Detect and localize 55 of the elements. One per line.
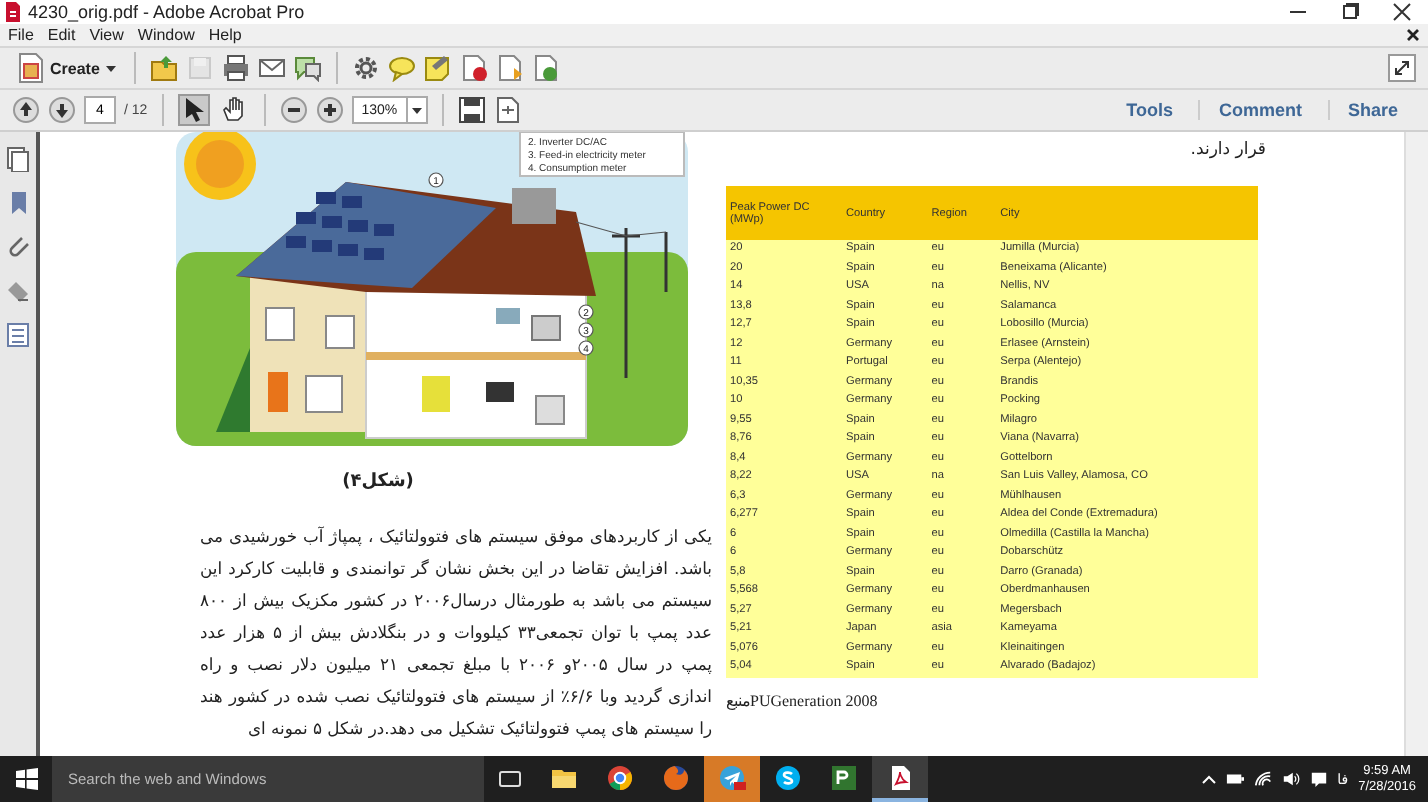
document-icon [16,52,44,84]
sun-drawing [184,132,256,200]
pdf-app-icon [886,763,914,791]
panel-link[interactable]: Comment [1198,100,1320,120]
zoom-in-icon[interactable] [315,96,344,124]
menu-item[interactable]: Edit [47,26,76,44]
hand-icon[interactable] [219,96,248,124]
note-pencil-icon[interactable] [423,54,452,82]
document-badge-icon[interactable] [459,54,488,82]
zoom-out-icon[interactable] [279,96,308,124]
spreadsheet-app-icon [830,763,858,791]
panel-link[interactable]: Tools [1108,100,1191,120]
notification-icon[interactable] [1309,770,1328,788]
document-arrow-icon[interactable] [495,54,524,82]
chevron-up-icon[interactable] [1201,774,1216,784]
menu-item[interactable]: Window [137,26,195,44]
browser-icon [606,763,634,791]
folder-icon[interactable] [149,54,178,82]
windows-logo-icon[interactable] [15,768,37,790]
source-note: منبعPUGeneration 2008 [726,691,880,709]
taskbar-app-button[interactable] [872,756,928,802]
menu-item[interactable]: View [89,26,124,44]
speech-bubbles-icon[interactable] [293,54,322,82]
layers-icon[interactable] [6,322,30,348]
document-check-icon[interactable] [531,54,560,82]
pages-icon[interactable] [6,146,30,172]
window-title: 4230_orig.pdf - Adobe Acrobat Pro [28,2,307,22]
task-view-icon[interactable] [498,770,522,788]
expand-icon[interactable] [1388,54,1416,82]
chat-app-icon [774,763,802,791]
figure-caption: (شکل۴) [340,472,416,492]
printer-icon[interactable] [221,54,250,82]
close-icon[interactable] [1406,28,1420,42]
body-text: قرار دارند. [1188,140,1266,160]
fit-page-icon[interactable] [457,96,486,124]
paper-plane-icon [718,763,746,791]
panel-link[interactable]: Share [1327,100,1416,120]
menu-item[interactable]: Help [208,26,242,44]
bookmark-icon[interactable] [6,190,30,216]
caret-icon [411,107,422,113]
volume-icon[interactable] [1281,770,1300,788]
paperclip-icon[interactable] [6,234,30,260]
wifi-icon[interactable] [1253,770,1272,788]
pen-icon[interactable] [6,278,30,304]
envelope-icon[interactable] [257,54,286,82]
caret-icon [105,65,116,71]
create-button[interactable]: Create [12,50,120,86]
battery-icon[interactable] [1225,770,1244,788]
settings-icon[interactable] [351,54,380,82]
body-paragraph: یکی از کاربردهای موفق سیستم های فتوولتائیک ، پمپاژ آب خورشیدی می باشد. افزایش تقاضا در این بخش نشان گر توانمندی و قابلیت کارکرد این سیستم می باشد به طورمثال درسال۲۰۰۶ در کشور مکزیک بیش از ۸۰۰ عدد پمپ با توان تجمعی۳۳ کیلووات و در بنگلادش بیش از ۵ هزار عدد پمپ در سال ۲۰۰۵و ۲۰۰۶ با مبلغ تجمعی ۲۱ میلیون دلار نصب و راه اندازی گردید وبا ۶/۶٪ از سیستم های فتوولتائیک نصب شده در کشور هند را سیستم های پمپ فتوولتائیک تشکیل می دهد.در شکل ۵ نمونه ای [200,524,712,742]
menu-item[interactable]: File [8,26,34,44]
fit-width-icon[interactable] [493,96,522,124]
browser-icon [662,763,690,791]
scrollbar[interactable] [1404,132,1428,756]
speech-bubble-icon[interactable] [387,54,416,82]
